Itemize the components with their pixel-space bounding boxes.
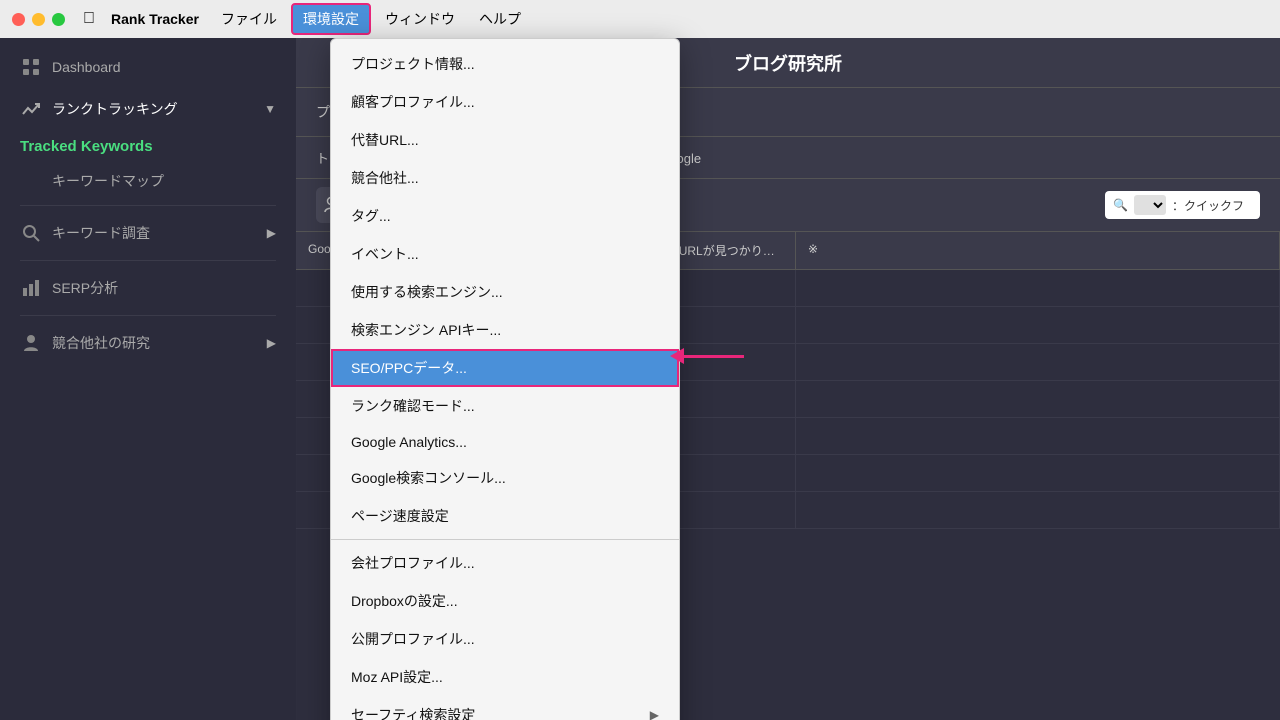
td-2-3 [796, 307, 1280, 343]
sidebar-item-competitor[interactable]: 競合他社の研究 ▶ [0, 322, 296, 364]
menubar:  Rank Tracker ファイル 環境設定 ウィンドウ ヘルプ [0, 0, 1280, 38]
arrow-head [670, 348, 684, 364]
chevron-right-icon-keyword-research: ▶ [267, 226, 276, 240]
menu-item-alt-url[interactable]: 代替URL... [331, 121, 679, 159]
chart-up-icon [20, 98, 42, 120]
td-6-3 [796, 455, 1280, 491]
menu-item-google-analytics[interactable]: Google Analytics... [331, 425, 679, 459]
td-1-3 [796, 270, 1280, 306]
menu-help[interactable]: ヘルプ [469, 5, 531, 33]
annotation-arrow [670, 348, 744, 364]
sidebar-item-label-tracked-keywords: Tracked Keywords [20, 138, 153, 155]
menu-settings[interactable]: 環境設定 [291, 3, 371, 35]
chevron-right-icon-safety: ▶ [650, 708, 659, 720]
search-box: 🔍 [1105, 191, 1260, 219]
dropdown-divider [331, 539, 679, 540]
td-4-3 [796, 381, 1280, 417]
th-extra: ※ [796, 232, 1280, 269]
menu-item-project-info[interactable]: プロジェクト情報... [331, 45, 679, 83]
menu-item-dropbox[interactable]: Dropboxの設定... [331, 582, 679, 620]
minimize-button[interactable] [32, 13, 45, 26]
td-5-3 [796, 418, 1280, 454]
menu-item-tags[interactable]: タグ... [331, 197, 679, 235]
sidebar-item-rank-tracking[interactable]: ランクトラッキング ▼ [0, 88, 296, 130]
sidebar-item-label-keyword-map: キーワードマップ [52, 173, 164, 189]
sidebar: Dashboard ランクトラッキング ▼ Tracked Keywords キ… [0, 38, 296, 720]
menu-item-rank-mode[interactable]: ランク確認モード... [331, 387, 679, 425]
sidebar-divider-2 [20, 260, 276, 261]
td-3-3 [796, 344, 1280, 380]
sidebar-item-label-competitor: 競合他社の研究 [52, 333, 150, 353]
dropdown-menu: プロジェクト情報... 顧客プロファイル... 代替URL... 競合他社...… [330, 38, 680, 720]
menu-item-public-profile[interactable]: 公開プロファイル... [331, 620, 679, 658]
person-icon [20, 332, 42, 354]
sidebar-divider-3 [20, 315, 276, 316]
menu-item-search-engines[interactable]: 使用する検索エンジン... [331, 273, 679, 311]
sidebar-item-dashboard[interactable]: Dashboard [0, 46, 296, 88]
menu-item-customer-profile[interactable]: 顧客プロファイル... [331, 83, 679, 121]
chevron-down-icon: ▼ [264, 102, 276, 116]
sidebar-item-label-keyword-research: キーワード調査 [52, 223, 150, 243]
sidebar-item-keyword-map[interactable]: キーワードマップ [0, 163, 296, 199]
menu-item-events[interactable]: イベント... [331, 235, 679, 273]
app-name: Rank Tracker [111, 11, 199, 27]
traffic-lights [12, 13, 65, 26]
menu-item-seo-ppc[interactable]: SEO/PPCデータ... [331, 349, 679, 387]
sidebar-item-tracked-keywords[interactable]: Tracked Keywords [0, 130, 296, 163]
grid-icon [20, 56, 42, 78]
search-icon [20, 222, 42, 244]
menu-window[interactable]: ウィンドウ [375, 5, 465, 33]
title-bar-text: ブログ研究所 [734, 50, 842, 76]
maximize-button[interactable] [52, 13, 65, 26]
td-7-3 [796, 492, 1280, 528]
menu-item-search-console[interactable]: Google検索コンソール... [331, 459, 679, 497]
menu-item-moz-api[interactable]: Moz API設定... [331, 658, 679, 696]
close-button[interactable] [12, 13, 25, 26]
sidebar-divider-1 [20, 205, 276, 206]
apple-menu[interactable]:  [79, 9, 99, 29]
chevron-right-icon-competitor: ▶ [267, 336, 276, 350]
menu-file[interactable]: ファイル [211, 5, 287, 33]
menu-item-company-profile[interactable]: 会社プロファイル... [331, 544, 679, 582]
search-dropdown-icon: 🔍 [1113, 198, 1128, 212]
sidebar-item-serp[interactable]: SERP分析 [0, 267, 296, 309]
search-dropdown[interactable] [1134, 195, 1166, 215]
search-quick-filter[interactable] [1172, 198, 1252, 212]
menu-item-page-speed[interactable]: ページ速度設定 [331, 497, 679, 535]
sidebar-item-label-dashboard: Dashboard [52, 59, 121, 75]
sidebar-item-label-rank-tracking: ランクトラッキング [52, 99, 178, 119]
sidebar-item-keyword-research[interactable]: キーワード調査 ▶ [0, 212, 296, 254]
menu-item-api-keys[interactable]: 検索エンジン APIキー... [331, 311, 679, 349]
bar-chart-icon [20, 277, 42, 299]
menu-item-competitors[interactable]: 競合他社... [331, 159, 679, 197]
menu-item-safety-search[interactable]: セーフティ検索設定 ▶ [331, 696, 679, 720]
sidebar-item-label-serp: SERP分析 [52, 278, 118, 298]
arrow-line [684, 355, 744, 358]
